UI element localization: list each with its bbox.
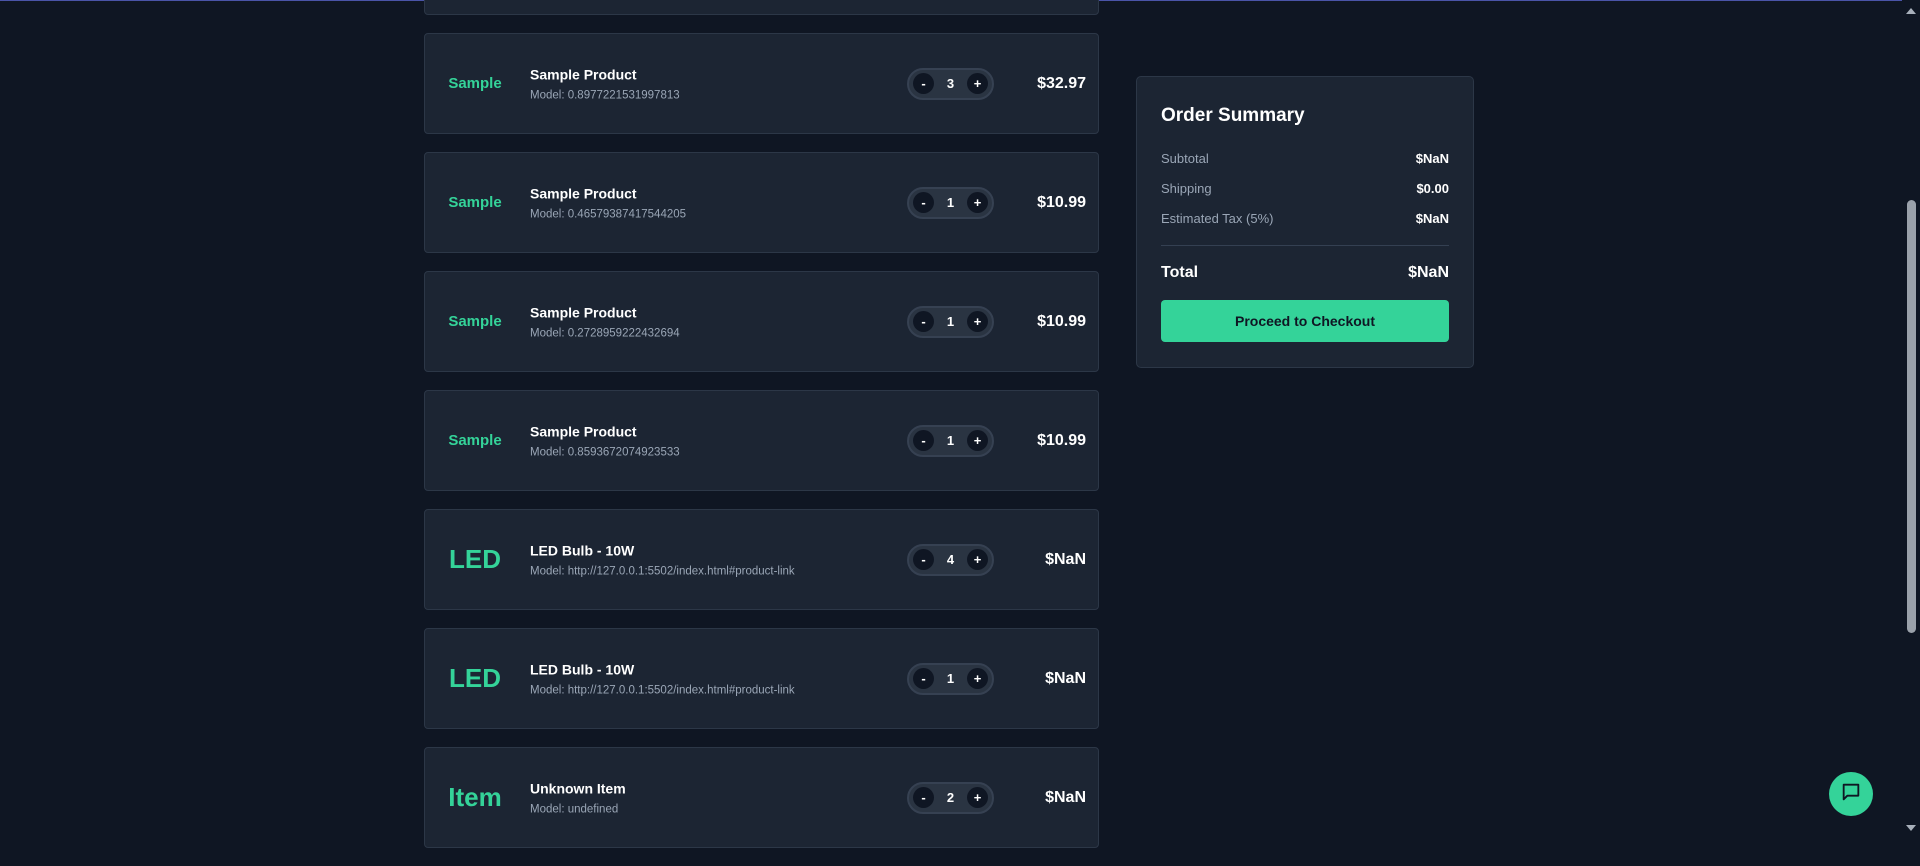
total-label: Total: [1161, 264, 1199, 281]
increment-button[interactable]: +: [966, 73, 988, 94]
shipping-row: Shipping $0.00: [1161, 173, 1449, 203]
item-price: $10.99: [1037, 431, 1086, 449]
increment-button[interactable]: +: [966, 430, 988, 451]
product-thumbnail: Sample: [448, 194, 502, 211]
product-name: Sample Product: [530, 304, 637, 320]
order-summary-panel: Order Summary Subtotal $NaN Shipping $0.…: [1136, 76, 1474, 368]
quantity-value: 1: [946, 195, 955, 210]
shipping-label: Shipping: [1161, 180, 1212, 196]
product-model: Model: http://127.0.0.1:5502/index.html#…: [530, 684, 795, 696]
increment-button[interactable]: +: [966, 668, 988, 689]
product-model: Model: 0.2728959222432694: [530, 327, 680, 339]
product-model: Model: 0.8593672074923533: [530, 446, 680, 458]
quantity-stepper: - 2 +: [907, 781, 994, 814]
cart-item: Sample Sample Product Model: 0.859367207…: [424, 390, 1099, 491]
cart-item: Sample Sample Product Model: 0.465793874…: [424, 152, 1099, 253]
product-thumbnail: LED: [449, 663, 501, 693]
quantity-value: 1: [946, 671, 955, 686]
product-model: Model: http://127.0.0.1:5502/index.html#…: [530, 565, 795, 577]
product-name: Sample Product: [530, 423, 637, 439]
product-info: LED Bulb - 10W Model: http://127.0.0.1:5…: [530, 542, 795, 577]
item-price: $NaN: [1045, 669, 1086, 687]
decrement-button[interactable]: -: [913, 549, 934, 570]
product-info: Sample Product Model: 0.2728959222432694: [530, 304, 680, 339]
total-value: $NaN: [1408, 264, 1449, 281]
tax-row: Estimated Tax (5%) $NaN: [1161, 203, 1449, 233]
quantity-stepper: - 1 +: [907, 662, 994, 695]
increment-button[interactable]: +: [966, 311, 988, 332]
product-info: Sample Product Model: 0.8593672074923533: [530, 423, 680, 458]
product-thumbnail: Sample: [448, 75, 502, 92]
subtotal-label: Subtotal: [1161, 150, 1209, 166]
quantity-value: 1: [946, 433, 955, 448]
item-price: $NaN: [1045, 788, 1086, 806]
product-name: Sample Product: [530, 66, 637, 82]
item-price: $32.97: [1037, 74, 1086, 92]
cart-item: Sample Sample Product Model: 0.897722153…: [424, 33, 1099, 134]
quantity-stepper: - 1 +: [907, 305, 994, 338]
chat-bubble-icon: [1840, 781, 1862, 808]
cart-item-list: Sample Sample Product Model: 0.897722153…: [424, 0, 1099, 866]
order-summary-title: Order Summary: [1161, 105, 1305, 126]
chat-button[interactable]: [1829, 772, 1873, 816]
subtotal-row: Subtotal $NaN: [1161, 143, 1449, 173]
total-row: Total $NaN: [1161, 258, 1449, 288]
quantity-stepper: - 3 +: [907, 67, 994, 100]
product-thumbnail: LED: [449, 544, 501, 574]
product-name: Sample Product: [530, 185, 637, 201]
decrement-button[interactable]: -: [913, 787, 934, 808]
product-info: Sample Product Model: 0.4657938741754420…: [530, 185, 686, 220]
product-name: Unknown Item: [530, 780, 626, 796]
summary-divider: [1161, 245, 1449, 246]
product-thumbnail: Sample: [448, 432, 502, 449]
item-price: $10.99: [1037, 312, 1086, 330]
cart-item: Item Unknown Item Model: undefined - 2 +…: [424, 747, 1099, 848]
increment-button[interactable]: +: [966, 787, 988, 808]
tax-label: Estimated Tax (5%): [1161, 210, 1274, 226]
increment-button[interactable]: +: [966, 549, 988, 570]
scrollbar-thumb[interactable]: [1907, 200, 1916, 633]
cart-item: LED LED Bulb - 10W Model: http://127.0.0…: [424, 509, 1099, 610]
tax-value: $NaN: [1415, 210, 1449, 226]
decrement-button[interactable]: -: [913, 311, 934, 332]
quantity-stepper: - 4 +: [907, 543, 994, 576]
quantity-value: 4: [946, 552, 955, 567]
product-name: LED Bulb - 10W: [530, 542, 635, 558]
decrement-button[interactable]: -: [913, 192, 934, 213]
cart-item: Sample Sample Product Model: 0.272895922…: [424, 271, 1099, 372]
shipping-value: $0.00: [1416, 180, 1449, 196]
quantity-value: 1: [946, 314, 955, 329]
decrement-button[interactable]: -: [913, 73, 934, 94]
product-model: Model: 0.8977221531997813: [530, 89, 680, 101]
product-thumbnail: Item: [448, 782, 502, 812]
scroll-down-icon[interactable]: [1906, 825, 1916, 831]
item-price: $10.99: [1037, 193, 1086, 211]
decrement-button[interactable]: -: [913, 668, 934, 689]
cart-item: [424, 0, 1099, 15]
increment-button[interactable]: +: [966, 192, 988, 213]
product-info: Sample Product Model: 0.8977221531997813: [530, 66, 680, 101]
scroll-up-icon[interactable]: [1906, 8, 1916, 14]
product-thumbnail: Sample: [448, 313, 502, 330]
cart-item: LED LED Bulb - 10W Model: http://127.0.0…: [424, 628, 1099, 729]
decrement-button[interactable]: -: [913, 430, 934, 451]
product-model: Model: 0.46579387417544205: [530, 208, 687, 220]
checkout-button[interactable]: Proceed to Checkout: [1161, 300, 1449, 342]
subtotal-value: $NaN: [1415, 150, 1449, 166]
page-scrollbar[interactable]: [1902, 0, 1920, 839]
quantity-stepper: - 1 +: [907, 186, 994, 219]
product-name: LED Bulb - 10W: [530, 661, 635, 677]
quantity-value: 3: [946, 76, 955, 91]
product-info: LED Bulb - 10W Model: http://127.0.0.1:5…: [530, 661, 795, 696]
product-info: Unknown Item Model: undefined: [530, 780, 626, 815]
quantity-value: 2: [946, 790, 955, 805]
item-price: $NaN: [1045, 550, 1086, 568]
product-model: Model: undefined: [530, 803, 619, 815]
quantity-stepper: - 1 +: [907, 424, 994, 457]
